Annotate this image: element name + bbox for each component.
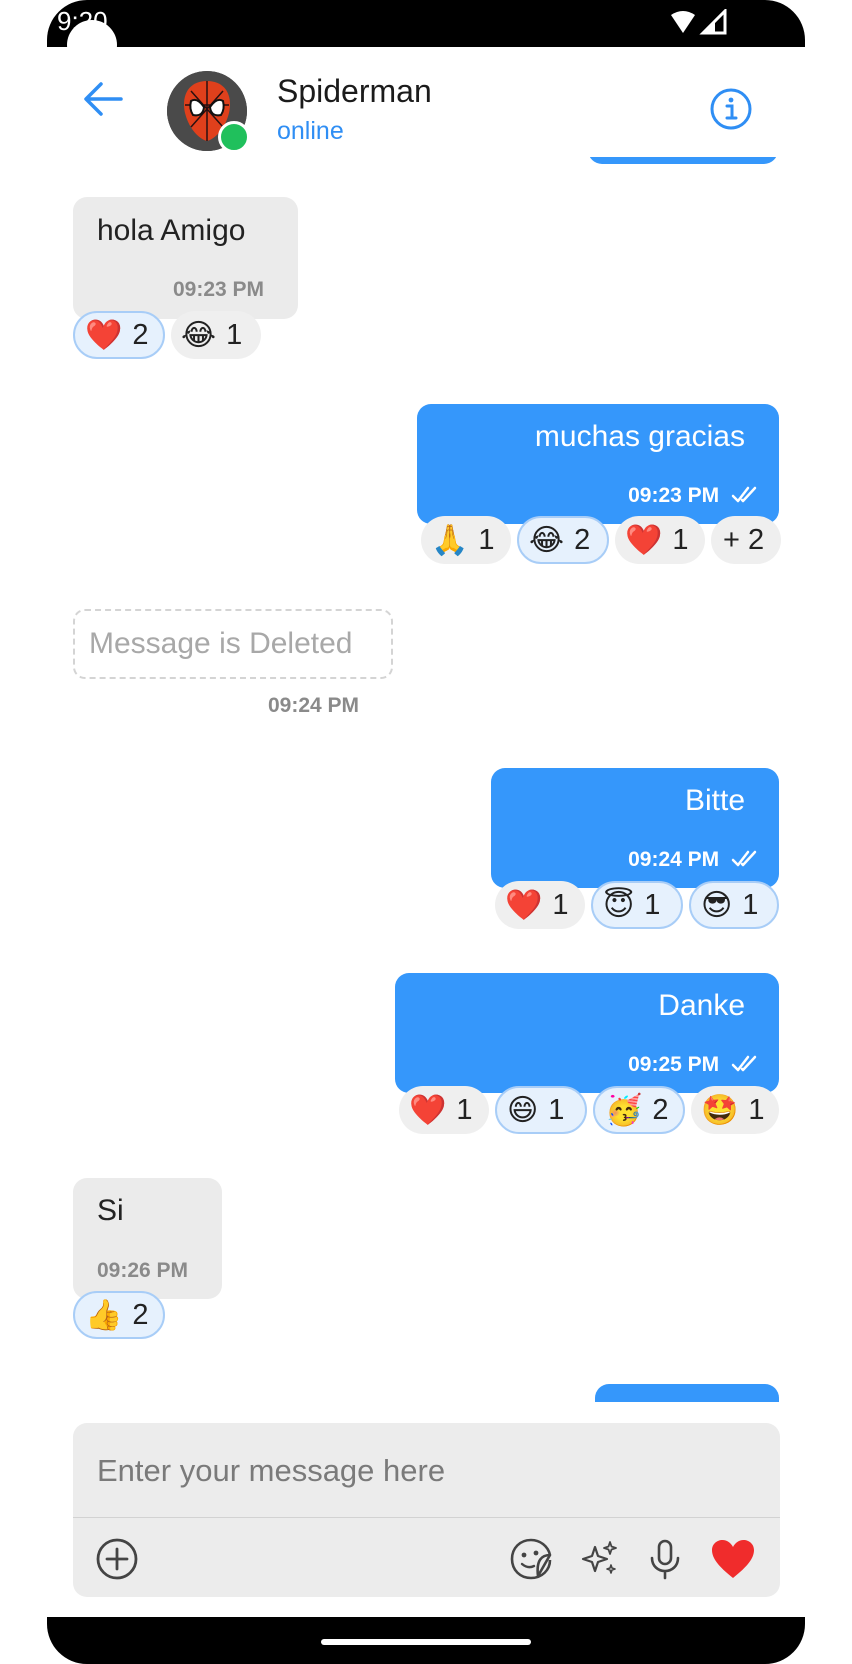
more-reactions-chip[interactable]: + 2 xyxy=(711,516,781,564)
message-bubble-incoming[interactable]: hola Amigo 09:23 PM xyxy=(73,197,298,319)
home-indicator[interactable] xyxy=(321,1639,531,1645)
double-check-icon xyxy=(731,850,757,867)
message-time: 09:23 PM xyxy=(173,278,265,301)
double-check-icon xyxy=(731,1055,757,1072)
reaction-bar: 🙏 1 😂 2 ❤️ 1 + 2 xyxy=(421,516,781,564)
message-time-row: 09:23 PM xyxy=(628,484,759,508)
signal-icons xyxy=(669,7,727,42)
message-bubble-outgoing[interactable]: muchas gracias 09:23 PM xyxy=(417,404,779,524)
message-time: 09:23 PM xyxy=(628,484,720,507)
message-time: 09:26 PM xyxy=(97,1259,189,1282)
message-bubble-outgoing[interactable]: Danke 09:25 PM xyxy=(395,973,779,1093)
reaction-bar: 👍 2 xyxy=(73,1291,165,1339)
presence-status: online xyxy=(277,117,344,145)
contact-name[interactable]: Spiderman xyxy=(277,73,432,110)
message-text: muchas gracias xyxy=(534,420,745,453)
navigation-bar xyxy=(47,1617,805,1664)
message-time-row: 09:24 PM xyxy=(628,848,759,872)
reaction-chip[interactable]: ❤️ 1 xyxy=(399,1086,489,1134)
message-input[interactable]: Enter your message here xyxy=(97,1453,445,1489)
reaction-chip[interactable]: 😇 1 xyxy=(591,881,683,929)
message-composer: Enter your message here xyxy=(73,1423,780,1597)
reaction-chip[interactable]: ❤️ 2 xyxy=(73,311,165,359)
message-bubble-incoming[interactable]: Si 09:26 PM xyxy=(73,1178,222,1299)
online-status-dot xyxy=(218,121,250,153)
message-bubble-outgoing[interactable]: Bitte 09:24 PM xyxy=(491,768,779,888)
message-time-row: 09:25 PM xyxy=(628,1053,759,1077)
reaction-chip[interactable]: 🥳 2 xyxy=(593,1086,685,1134)
reaction-bar: ❤️ 2 😂 1 xyxy=(73,311,261,359)
reaction-chip[interactable]: 🤩 1 xyxy=(691,1086,779,1134)
reaction-chip[interactable]: 😄 1 xyxy=(495,1086,587,1134)
composer-divider xyxy=(73,1517,780,1518)
chat-header: Spiderman online xyxy=(47,47,805,157)
info-icon[interactable] xyxy=(709,87,753,131)
reaction-chip[interactable]: 🙏 1 xyxy=(421,516,511,564)
message-text: Danke xyxy=(658,989,745,1022)
reaction-chip[interactable]: 😎 1 xyxy=(689,881,779,929)
reaction-bar: ❤️ 1 😇 1 😎 1 xyxy=(495,881,779,929)
status-bar: 9:20 xyxy=(47,0,805,70)
double-check-icon xyxy=(731,486,757,503)
heart-icon[interactable] xyxy=(709,1535,757,1583)
message-text: Bitte xyxy=(684,784,745,817)
sticker-icon[interactable] xyxy=(507,1535,555,1583)
message-time: 09:25 PM xyxy=(628,1053,720,1076)
status-time: 9:20 xyxy=(57,6,108,36)
reaction-chip[interactable]: ❤️ 1 xyxy=(615,516,705,564)
sparkles-icon[interactable] xyxy=(575,1535,623,1583)
reaction-chip[interactable]: 😂 1 xyxy=(171,311,261,359)
reaction-bar: ❤️ 1 😄 1 🥳 2 🤩 1 xyxy=(399,1086,779,1134)
message-bubble-partial[interactable] xyxy=(595,1384,779,1402)
back-arrow-icon[interactable] xyxy=(81,77,125,121)
add-circle-icon[interactable] xyxy=(93,1535,141,1583)
message-time: 09:24 PM xyxy=(268,694,360,717)
deleted-message[interactable]: Message is Deleted xyxy=(73,609,393,679)
reaction-chip[interactable]: ❤️ 1 xyxy=(495,881,585,929)
message-text: hola Amigo xyxy=(97,214,246,247)
message-time: 09:24 PM xyxy=(628,848,720,871)
deleted-message-text: Message is Deleted xyxy=(89,627,353,660)
reaction-chip[interactable]: 😂 2 xyxy=(517,516,609,564)
message-text: Si xyxy=(97,1194,124,1227)
reaction-chip[interactable]: 👍 2 xyxy=(73,1291,165,1339)
microphone-icon[interactable] xyxy=(641,1535,689,1583)
